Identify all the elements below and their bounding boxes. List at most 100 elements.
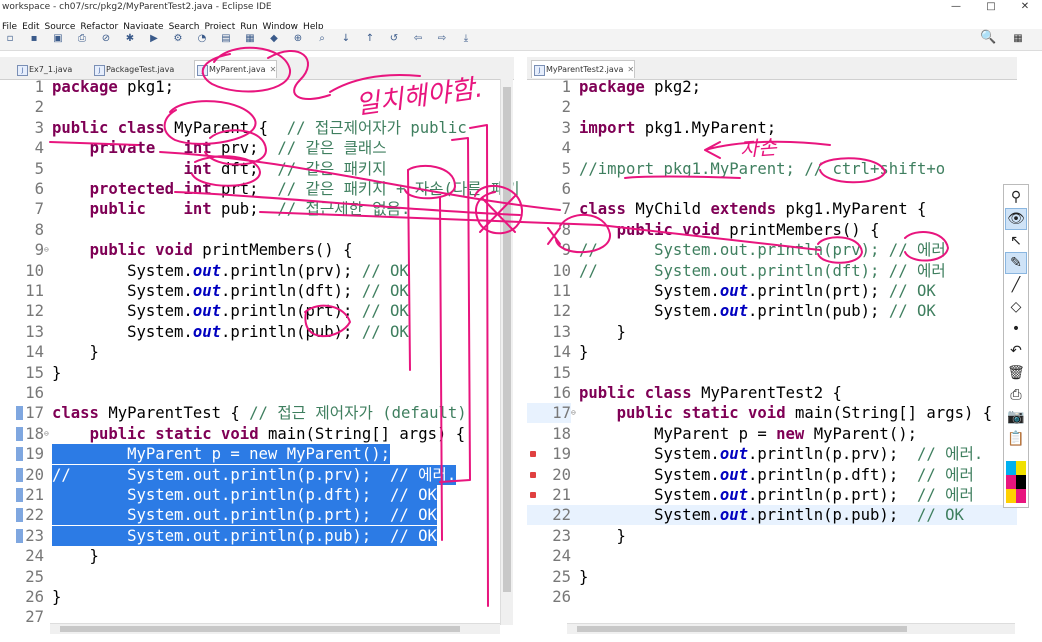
close-icon[interactable]: ✕ [270, 65, 277, 74]
code-line[interactable]: 21 System.out.println(p.prt); // 에러 [527, 485, 1017, 505]
code-line[interactable]: 10 System.out.println(prv); // OK [0, 261, 514, 281]
color-swatch[interactable] [1016, 461, 1026, 475]
code-line[interactable]: 7 class MyChild extends pkg1.MyParent { [527, 199, 1017, 219]
code-line[interactable]: 25} [527, 567, 1017, 587]
left-horizontal-scrollbar[interactable] [50, 623, 500, 634]
close-icon[interactable]: ✕ [627, 65, 634, 74]
code-line[interactable]: 22 System.out.println(p.prt); // OK [0, 505, 514, 526]
code-line[interactable]: 25 [0, 567, 514, 587]
next-annotation-icon[interactable]: ↓ [340, 32, 352, 45]
trash-icon[interactable]: 🗑 [1006, 363, 1026, 383]
eraser-icon[interactable]: ◇ [1006, 297, 1026, 317]
pointer-icon[interactable]: ↖ [1006, 231, 1026, 251]
code-line[interactable]: 26} [0, 587, 514, 607]
code-line[interactable]: 9 // System.out.println(prv); // 에러 [527, 240, 1017, 260]
open-type-icon[interactable]: ⊕ [292, 32, 304, 45]
maximize-button[interactable]: □ [974, 0, 1008, 14]
code-line[interactable]: 21 System.out.println(p.dft); // OK [0, 485, 514, 505]
scroll-thumb[interactable] [503, 87, 511, 592]
code-line[interactable]: 16 public class MyParentTest2 { [527, 383, 1017, 403]
pen-logo-icon[interactable]: ⚲ [1006, 187, 1026, 207]
code-line[interactable]: 6 protected int prt; // 같은 패키지 + 자손(다른 패… [0, 179, 520, 199]
code-line[interactable]: 17 ⊖ public static void main(String[] arg… [527, 403, 1017, 424]
new-java-project-icon[interactable]: ▤ [220, 32, 232, 45]
code-line[interactable]: 5 int dft; // 같은 패키지 [0, 159, 514, 179]
code-line[interactable]: 16 [0, 383, 514, 403]
camera-icon[interactable]: 📷 [1006, 407, 1026, 427]
right-horizontal-scrollbar[interactable] [567, 623, 1015, 634]
code-line[interactable]: 24 } [0, 546, 514, 566]
fold-icon[interactable]: ⊖ [44, 240, 52, 260]
print-icon[interactable]: ⎙ [1006, 385, 1026, 405]
code-line[interactable]: 4 private int prv; // 같은 클래스 [0, 138, 514, 158]
code-line[interactable]: 6 [527, 179, 1017, 199]
code-line[interactable]: 1 package pkg2; [527, 77, 1017, 97]
code-line[interactable]: 5 //import pkg1.MyParent; // ctrl+shift+o [527, 159, 1017, 179]
code-line[interactable]: 13 } [527, 322, 1017, 342]
error-marker-icon[interactable] [530, 451, 536, 458]
code-line[interactable]: 8 public void printMembers() { [527, 220, 1017, 240]
error-marker-icon[interactable] [530, 471, 536, 478]
tab-my-parent[interactable]: J MyParent.java ✕ [194, 60, 278, 78]
code-line[interactable]: 11 System.out.println(prt); // OK [527, 281, 1017, 301]
code-line[interactable]: 2 [527, 97, 1017, 117]
code-line[interactable]: 24 [527, 546, 1017, 566]
code-line[interactable]: 2 [0, 97, 514, 117]
tab-package-test[interactable]: J PackageTest.java [92, 61, 174, 78]
new-class-icon[interactable]: ◆ [268, 32, 280, 45]
code-line[interactable]: 19 System.out.println(p.prv); // 에러. [527, 444, 1017, 464]
forward-icon[interactable]: ⇨ [436, 32, 448, 45]
code-line[interactable]: 26 [527, 587, 1017, 607]
skip-breakpoints-icon[interactable]: ⊘ [100, 32, 112, 45]
code-line[interactable]: 18 MyParent p = new MyParent(); [527, 424, 1017, 444]
perspective-icon[interactable]: ▦ [1012, 32, 1024, 45]
debug-icon[interactable]: ✱ [124, 32, 136, 45]
save-all-icon[interactable]: ▣ [52, 32, 64, 45]
fold-icon[interactable]: ⊖ [571, 403, 579, 423]
code-line[interactable]: 12 System.out.println(pub); // OK [527, 301, 1017, 321]
code-line[interactable]: 1 package pkg1; [0, 77, 514, 97]
left-vertical-scrollbar[interactable] [500, 79, 513, 625]
line-icon[interactable]: ╱ [1006, 275, 1026, 295]
coverage-icon[interactable]: ◔ [196, 32, 208, 45]
code-line[interactable]: 3 import pkg1.MyParent; [527, 118, 1017, 138]
run-icon[interactable]: ▶ [148, 32, 160, 45]
external-tools-icon[interactable]: ⚙ [172, 32, 184, 45]
last-edit-icon[interactable]: ↺ [388, 32, 400, 45]
code-line[interactable]: 20// System.out.println(p.prv); // 에러. [0, 464, 514, 485]
print-icon[interactable]: ⎙ [76, 32, 88, 45]
code-line[interactable]: 12 System.out.println(prt); // OK [0, 301, 514, 321]
color-swatch[interactable] [1016, 489, 1026, 503]
code-line[interactable]: 4 [527, 138, 1017, 158]
tab-my-parent-test2[interactable]: J MyParentTest2.java ✕ [531, 60, 636, 78]
code-line[interactable]: 8 [0, 220, 514, 240]
pen-icon[interactable]: ✎ [1005, 252, 1027, 274]
close-window-button[interactable]: ✕ [1008, 0, 1042, 14]
code-line[interactable]: 23 System.out.println(p.pub); // OK [0, 525, 514, 546]
search-icon[interactable]: ⌕ [316, 32, 328, 45]
pin-editor-icon[interactable]: ⤓ [460, 32, 472, 45]
color-swatch[interactable] [1006, 489, 1016, 503]
clipboard-icon[interactable]: 📋 [1006, 429, 1026, 449]
eye-icon[interactable]: 👁 [1005, 208, 1027, 230]
code-line[interactable]: 23 } [527, 526, 1017, 546]
new-package-icon[interactable]: ▦ [244, 32, 256, 45]
save-icon[interactable]: ▪ [28, 32, 40, 45]
code-line[interactable]: 3 public class MyParent { // 접근제어자가 publi… [0, 118, 514, 138]
undo-icon[interactable]: ↶ [1006, 341, 1026, 361]
tab-ex7-1[interactable]: J Ex7_1.java [15, 61, 72, 78]
dot-icon[interactable]: • [1006, 319, 1026, 339]
color-swatch[interactable] [1016, 475, 1026, 489]
scroll-thumb[interactable] [577, 626, 907, 632]
back-icon[interactable]: ⇦ [412, 32, 424, 45]
code-line[interactable]: 14 } [0, 342, 514, 362]
code-line[interactable]: 11 System.out.println(dft); // OK [0, 281, 514, 301]
code-line[interactable]: 17 class MyParentTest { // 접근 제어자가 (defau… [0, 403, 514, 423]
code-line[interactable]: 13 System.out.println(pub); // OK [0, 322, 514, 342]
search-icon[interactable]: 🔍 [980, 30, 996, 45]
code-line[interactable]: 10 // System.out.println(dft); // 에러 [527, 261, 1017, 281]
scroll-thumb[interactable] [60, 626, 460, 632]
code-line[interactable]: 19 MyParent p = new MyParent(); [0, 444, 514, 465]
new-icon[interactable]: ▫ [4, 32, 16, 45]
code-line[interactable]: 9 ⊖ public void printMembers() { [0, 240, 514, 260]
